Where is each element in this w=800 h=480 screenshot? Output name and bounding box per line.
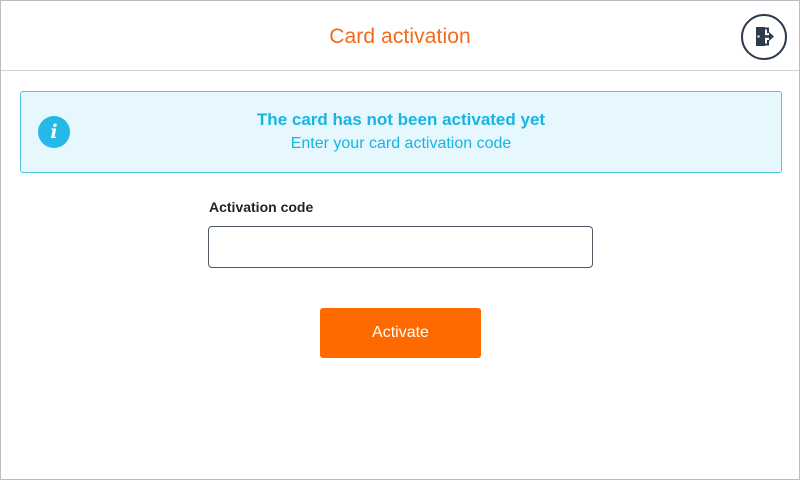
info-alert: i The card has not been activated yet En…: [20, 91, 782, 173]
logout-icon: [756, 27, 774, 46]
alert-title: The card has not been activated yet: [256, 110, 546, 129]
alert-subtitle: Enter your card activation code: [290, 135, 512, 152]
activate-button[interactable]: Activate: [320, 308, 481, 358]
header-bar: Card activation: [1, 1, 799, 71]
page-title: Card activation: [329, 25, 471, 48]
logout-button[interactable]: [741, 14, 787, 60]
activation-code-input[interactable]: [208, 226, 593, 268]
activation-code-label: Activation code: [209, 199, 314, 215]
app-window: Card activation i The card has not been …: [0, 0, 800, 480]
